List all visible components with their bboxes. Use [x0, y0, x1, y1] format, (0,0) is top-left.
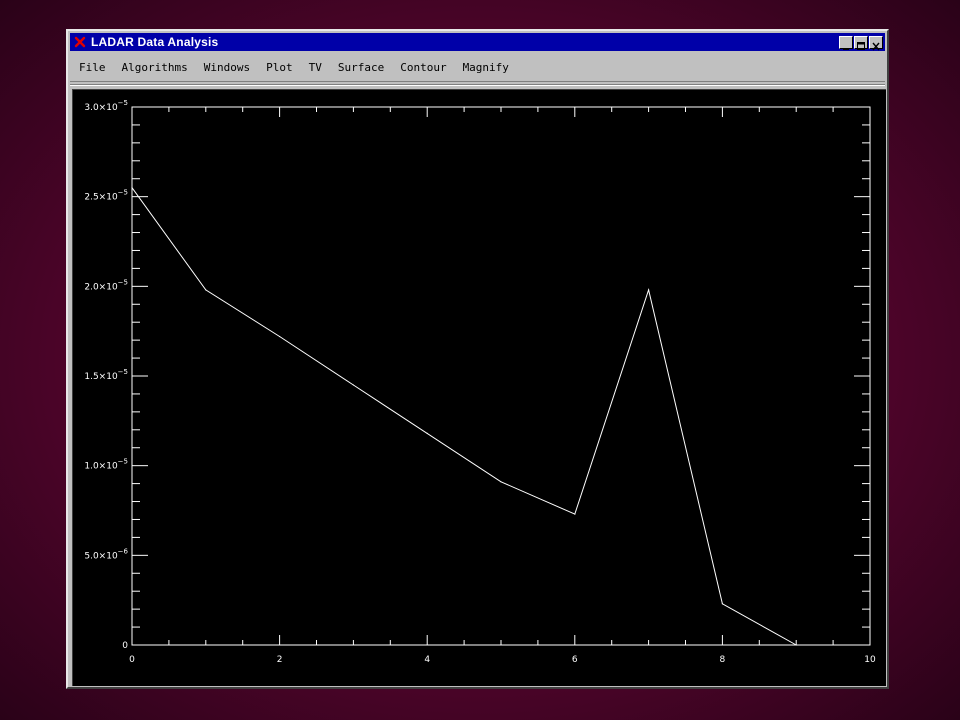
menu-algorithms[interactable]: Algorithms [114, 61, 196, 74]
x-tick-label: 8 [720, 655, 726, 665]
data-point [721, 603, 724, 605]
y-tick-label: 5.0×10−6 [84, 547, 128, 561]
menu-surface[interactable]: Surface [330, 61, 392, 74]
minimize-icon[interactable] [839, 35, 853, 50]
plot-frame [131, 106, 871, 646]
x-tick-label: 6 [572, 655, 578, 665]
red-x-icon[interactable] [73, 35, 87, 49]
window-title: LADAR Data Analysis [91, 35, 219, 49]
menu-separator [70, 84, 885, 86]
data-point [574, 513, 576, 515]
y-tick-label: 0 [122, 641, 128, 651]
maximize-icon[interactable] [854, 35, 868, 50]
x-tick-label: 4 [424, 655, 430, 665]
menu-tv[interactable]: TV [301, 61, 330, 74]
data-point [648, 289, 650, 291]
plot-area[interactable]: 0 2 4 6 8 10 0 5.0×10−6 1.0×10−5 1.5×10−5 2.0×10−5… [72, 89, 886, 686]
x-tick-label: 10 [864, 655, 876, 665]
series-line [131, 187, 797, 646]
menu-bar: File Algorithms Windows Plot TV Surface … [70, 53, 885, 82]
menu-windows[interactable]: Windows [196, 61, 258, 74]
y-tick-label: 2.0×10−5 [84, 278, 128, 292]
data-point [279, 335, 281, 338]
data-point [352, 384, 354, 386]
y-tick-label: 1.5×10−5 [84, 368, 128, 382]
x-tick-label: 2 [277, 655, 283, 665]
y-tick-label: 1.0×10−5 [84, 458, 128, 472]
y-tick-label: 3.0×10−5 [84, 99, 128, 113]
data-point [426, 432, 428, 434]
title-bar[interactable]: LADAR Data Analysis [70, 33, 885, 51]
data-point [205, 289, 207, 291]
close-icon[interactable] [869, 35, 883, 50]
data-point [500, 481, 502, 483]
menu-contour[interactable]: Contour [392, 61, 454, 74]
app-window: LADAR Data Analysis File Algorithms Wind… [66, 29, 889, 689]
y-tick-label: 2.5×10−5 [84, 189, 128, 203]
menu-file[interactable]: File [70, 61, 114, 74]
menu-plot[interactable]: Plot [258, 61, 301, 74]
x-tick-label: 0 [129, 655, 135, 665]
line-chart: 0 2 4 6 8 10 0 5.0×10−6 1.0×10−5 1.5×10−5 2.0×10−5… [84, 99, 876, 665]
data-point [131, 187, 133, 189]
data-point [795, 644, 797, 646]
window-controls [839, 35, 883, 50]
menu-magnify[interactable]: Magnify [455, 61, 517, 74]
